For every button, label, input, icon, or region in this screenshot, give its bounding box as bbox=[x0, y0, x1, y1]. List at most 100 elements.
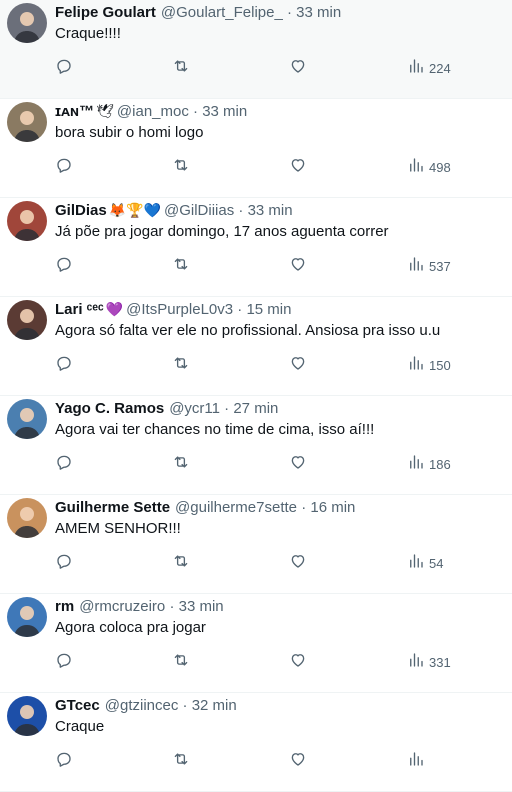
reply-tweet[interactable]: Guilherme Sette @guilherme7sette · 16 min… bbox=[0, 495, 512, 594]
display-name[interactable]: Lari ᶜᵉᶜ bbox=[55, 301, 104, 318]
views-button[interactable]: 54 bbox=[407, 553, 443, 573]
separator-dot: · bbox=[301, 499, 307, 516]
heart-icon bbox=[289, 354, 307, 377]
reply-button[interactable] bbox=[55, 256, 73, 276]
views-button[interactable]: 150 bbox=[407, 355, 451, 375]
like-button[interactable] bbox=[289, 157, 307, 177]
timestamp[interactable]: 33 min bbox=[202, 103, 247, 120]
timestamp[interactable]: 15 min bbox=[246, 301, 291, 318]
heart-icon bbox=[289, 552, 307, 575]
retweet-button[interactable] bbox=[172, 454, 190, 474]
timestamp[interactable]: 32 min bbox=[192, 697, 237, 714]
retweet-button[interactable] bbox=[172, 256, 190, 276]
avatar[interactable] bbox=[7, 201, 47, 241]
timestamp[interactable]: 16 min bbox=[310, 499, 355, 516]
retweet-button[interactable] bbox=[172, 58, 190, 78]
avatar[interactable] bbox=[7, 300, 47, 340]
reply-tweet[interactable]: GilDias 🦊🏆💙 @GilDiiias · 33 min Já põe pra … bbox=[0, 198, 512, 297]
tweet-header: Lari ᶜᵉᶜ 💜 @ItsPurpleL0v3 · 15 min bbox=[55, 300, 504, 320]
avatar[interactable] bbox=[7, 3, 47, 43]
user-handle[interactable]: @ian_moc bbox=[117, 103, 189, 120]
views-button[interactable]: 331 bbox=[407, 652, 451, 672]
like-button[interactable] bbox=[289, 454, 307, 474]
reply-tweet[interactable]: rm @rmcruzeiro · 33 min Agora coloca pra j… bbox=[0, 594, 512, 693]
like-button[interactable] bbox=[289, 58, 307, 78]
reply-button[interactable] bbox=[55, 454, 73, 474]
display-name[interactable]: rm bbox=[55, 598, 74, 615]
reply-tweet[interactable]: Yago C. Ramos @ycr11 · 27 min Agora vai te… bbox=[0, 396, 512, 495]
views-count: 331 bbox=[429, 654, 451, 670]
reply-tweet[interactable]: Felipe Goulart @Goulart_Felipe_ · 33 min C… bbox=[0, 0, 512, 99]
reply-button[interactable] bbox=[55, 157, 73, 177]
tweet-header: ɪᴀɴ™ 🕊 @ian_moc · 33 min bbox=[55, 102, 504, 122]
views-bar-chart-icon bbox=[407, 255, 425, 278]
tweet-header: Yago C. Ramos @ycr11 · 27 min bbox=[55, 399, 504, 419]
timestamp[interactable]: 33 min bbox=[248, 202, 293, 219]
avatar[interactable] bbox=[7, 399, 47, 439]
avatar[interactable] bbox=[7, 597, 47, 637]
display-name[interactable]: GilDias bbox=[55, 202, 107, 219]
views-bar-chart-icon bbox=[407, 156, 425, 179]
user-handle[interactable]: @ItsPurpleL0v3 bbox=[126, 301, 233, 318]
reply-icon bbox=[55, 453, 73, 476]
tweet-text: Agora vai ter chances no time de cima, i… bbox=[55, 421, 375, 438]
display-name[interactable]: ɪᴀɴ™ bbox=[55, 103, 94, 120]
heart-icon bbox=[289, 651, 307, 674]
avatar[interactable] bbox=[7, 102, 47, 142]
tweet-actions: 498 bbox=[0, 157, 512, 177]
like-button[interactable] bbox=[289, 256, 307, 276]
reply-tweet[interactable]: Lari ᶜᵉᶜ 💜 @ItsPurpleL0v3 · 15 min Agora só… bbox=[0, 297, 512, 396]
reply-icon bbox=[55, 354, 73, 377]
reply-button[interactable] bbox=[55, 652, 73, 672]
user-handle[interactable]: @gtziincec bbox=[105, 697, 179, 714]
tweet-text: Craque!!!! bbox=[55, 25, 121, 42]
views-button[interactable]: 186 bbox=[407, 454, 451, 474]
reply-tweet[interactable]: ɪᴀɴ™ 🕊 @ian_moc · 33 min bora subir o homi … bbox=[0, 99, 512, 198]
like-button[interactable] bbox=[289, 553, 307, 573]
display-name[interactable]: Yago C. Ramos bbox=[55, 400, 164, 417]
views-button[interactable]: 498 bbox=[407, 157, 451, 177]
tweet-actions: 186 bbox=[0, 454, 512, 474]
reply-icon bbox=[55, 255, 73, 278]
retweet-button[interactable] bbox=[172, 355, 190, 375]
views-button[interactable] bbox=[407, 751, 429, 771]
user-handle[interactable]: @GilDiiias bbox=[164, 202, 234, 219]
retweet-button[interactable] bbox=[172, 751, 190, 771]
avatar[interactable] bbox=[7, 498, 47, 538]
reply-button[interactable] bbox=[55, 58, 73, 78]
display-name[interactable]: GTcec bbox=[55, 697, 100, 714]
tweet-actions: 224 bbox=[0, 58, 512, 78]
avatar[interactable] bbox=[7, 696, 47, 736]
reply-button[interactable] bbox=[55, 355, 73, 375]
retweet-button[interactable] bbox=[172, 652, 190, 672]
reply-button[interactable] bbox=[55, 751, 73, 771]
retweet-button[interactable] bbox=[172, 157, 190, 177]
separator-dot: · bbox=[193, 103, 199, 120]
tweet-actions: 331 bbox=[0, 652, 512, 672]
views-button[interactable]: 224 bbox=[407, 58, 451, 78]
retweet-button[interactable] bbox=[172, 553, 190, 573]
user-handle[interactable]: @Goulart_Felipe_ bbox=[161, 4, 283, 21]
heart-icon bbox=[289, 255, 307, 278]
timestamp[interactable]: 33 min bbox=[179, 598, 224, 615]
views-bar-chart-icon bbox=[407, 354, 425, 377]
like-button[interactable] bbox=[289, 355, 307, 375]
retweet-icon bbox=[172, 750, 190, 773]
retweet-icon bbox=[172, 156, 190, 179]
views-button[interactable]: 537 bbox=[407, 256, 451, 276]
reply-button[interactable] bbox=[55, 553, 73, 573]
reply-icon bbox=[55, 156, 73, 179]
heart-icon bbox=[289, 750, 307, 773]
user-handle[interactable]: @guilherme7sette bbox=[175, 499, 297, 516]
user-handle[interactable]: @ycr11 bbox=[169, 400, 220, 417]
display-name[interactable]: Felipe Goulart bbox=[55, 4, 156, 21]
timestamp[interactable]: 33 min bbox=[296, 4, 341, 21]
timestamp[interactable]: 27 min bbox=[233, 400, 278, 417]
like-button[interactable] bbox=[289, 751, 307, 771]
tweet-header: Guilherme Sette @guilherme7sette · 16 min bbox=[55, 498, 504, 518]
reply-tweet[interactable]: GTcec @gtziincec · 32 min Craque bbox=[0, 693, 512, 792]
user-handle[interactable]: @rmcruzeiro bbox=[79, 598, 165, 615]
like-button[interactable] bbox=[289, 652, 307, 672]
tweet-text: bora subir o homi logo bbox=[55, 124, 204, 141]
display-name[interactable]: Guilherme Sette bbox=[55, 499, 170, 516]
